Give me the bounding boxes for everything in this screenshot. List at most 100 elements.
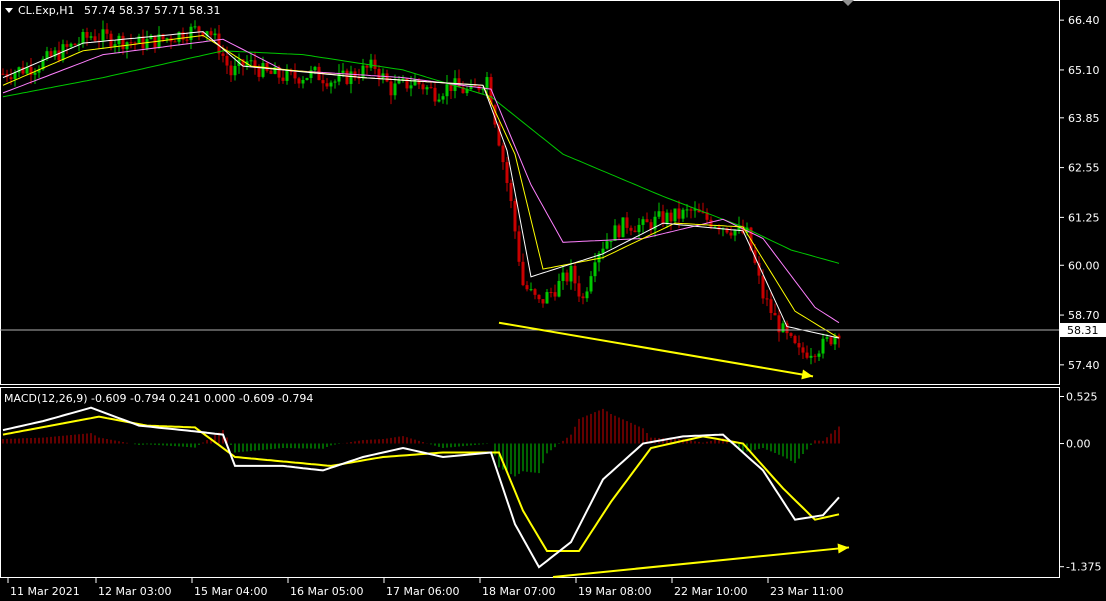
candle-body [545, 292, 549, 304]
candle-body [605, 241, 609, 249]
candle-body [617, 225, 621, 238]
candle-body [577, 283, 581, 297]
candle-body [341, 70, 345, 74]
candle-body [141, 36, 145, 49]
candle-body [533, 289, 537, 295]
candle-body [673, 208, 677, 222]
candle-body [209, 31, 213, 36]
candle-body [569, 265, 573, 282]
candle-body [689, 209, 693, 211]
candle-body [265, 63, 269, 71]
candle-body [657, 211, 661, 217]
candle-body [469, 85, 473, 90]
candle-body [369, 59, 373, 68]
candle-body [325, 83, 329, 87]
candle-body [645, 219, 649, 223]
time-axis-label: 17 Mar 06:00 [386, 585, 459, 598]
candle-body [821, 338, 825, 354]
candle-body [13, 72, 17, 80]
candle-body [681, 209, 685, 219]
price-axis-label: 62.55 [1068, 162, 1100, 175]
candle-body [305, 77, 309, 80]
candle-body [525, 285, 529, 290]
candle-body [529, 289, 533, 291]
time-axis-label: 22 Mar 10:00 [674, 585, 747, 598]
candle-body [333, 81, 337, 83]
candle-body [389, 81, 393, 96]
candle-body [1, 73, 5, 75]
time-axis-label: 15 Mar 04:00 [194, 585, 267, 598]
candle-body [197, 26, 201, 32]
candle-body [93, 36, 97, 41]
candle-body [329, 82, 333, 87]
candle-body [193, 26, 197, 28]
candle-body [361, 65, 365, 79]
candle-body [625, 217, 629, 228]
candle-body [793, 335, 797, 344]
candle-body [641, 219, 645, 225]
candle-body [373, 59, 377, 69]
macd-axis-label: 0.00 [1066, 438, 1091, 451]
candle-body [249, 60, 253, 62]
candle-body [365, 65, 369, 68]
candle-body [425, 87, 429, 90]
candle-body [665, 212, 669, 225]
candle-body [685, 209, 689, 211]
candle-body [165, 38, 169, 40]
candle-body [593, 262, 597, 277]
candle-body [561, 272, 565, 281]
candle-body [537, 294, 541, 300]
candle-body [69, 43, 73, 47]
candle-body [809, 355, 813, 358]
candle-body [377, 68, 381, 79]
candle-body [233, 65, 237, 76]
candle-body [473, 85, 477, 87]
macd-axis-label: 0.525 [1066, 391, 1098, 404]
candle-body [213, 33, 217, 36]
candle-body [801, 347, 805, 353]
candle-body [121, 35, 125, 50]
candle-body [805, 352, 809, 358]
candle-body [145, 39, 149, 49]
candle-body [825, 337, 829, 339]
candle-body [285, 69, 289, 81]
candle-body [105, 29, 109, 34]
time-axis-label: 23 Mar 11:00 [770, 585, 843, 598]
candle-body [765, 298, 769, 300]
candle-body [349, 71, 353, 84]
candle-body [385, 73, 389, 82]
candle-body [501, 145, 505, 163]
candle-body [581, 296, 585, 299]
candle-body [173, 41, 177, 43]
current-price-tag-label: 58.31 [1067, 324, 1099, 337]
candle-body [397, 80, 401, 84]
time-axis-label: 18 Mar 07:00 [482, 585, 555, 598]
candle-body [781, 323, 785, 333]
candle-body [613, 225, 617, 241]
price-axis-label: 66.40 [1068, 14, 1100, 27]
candle-body [413, 79, 417, 86]
candle-body [185, 39, 189, 41]
candle-body [345, 70, 349, 84]
macd-header: MACD(12,26,9) -0.609 -0.794 0.241 0.000 … [4, 392, 313, 405]
candle-body [321, 80, 325, 84]
candle-body [633, 230, 637, 233]
candle-body [101, 29, 105, 41]
price-axis-label: 60.00 [1068, 259, 1100, 272]
candle-body [337, 73, 341, 82]
candle-body [129, 42, 133, 44]
candle-body [33, 72, 37, 75]
candle-body [509, 182, 513, 202]
candle-body [429, 87, 433, 89]
candle-body [257, 67, 261, 77]
candle-body [829, 337, 833, 345]
candle-body [217, 33, 221, 54]
candle-body [409, 85, 413, 89]
candle-body [81, 32, 85, 44]
candle-body [797, 343, 801, 348]
candle-body [789, 333, 793, 336]
candle-body [73, 43, 77, 46]
candle-body [709, 219, 713, 227]
candle-body [773, 313, 777, 316]
candle-body [49, 51, 53, 57]
